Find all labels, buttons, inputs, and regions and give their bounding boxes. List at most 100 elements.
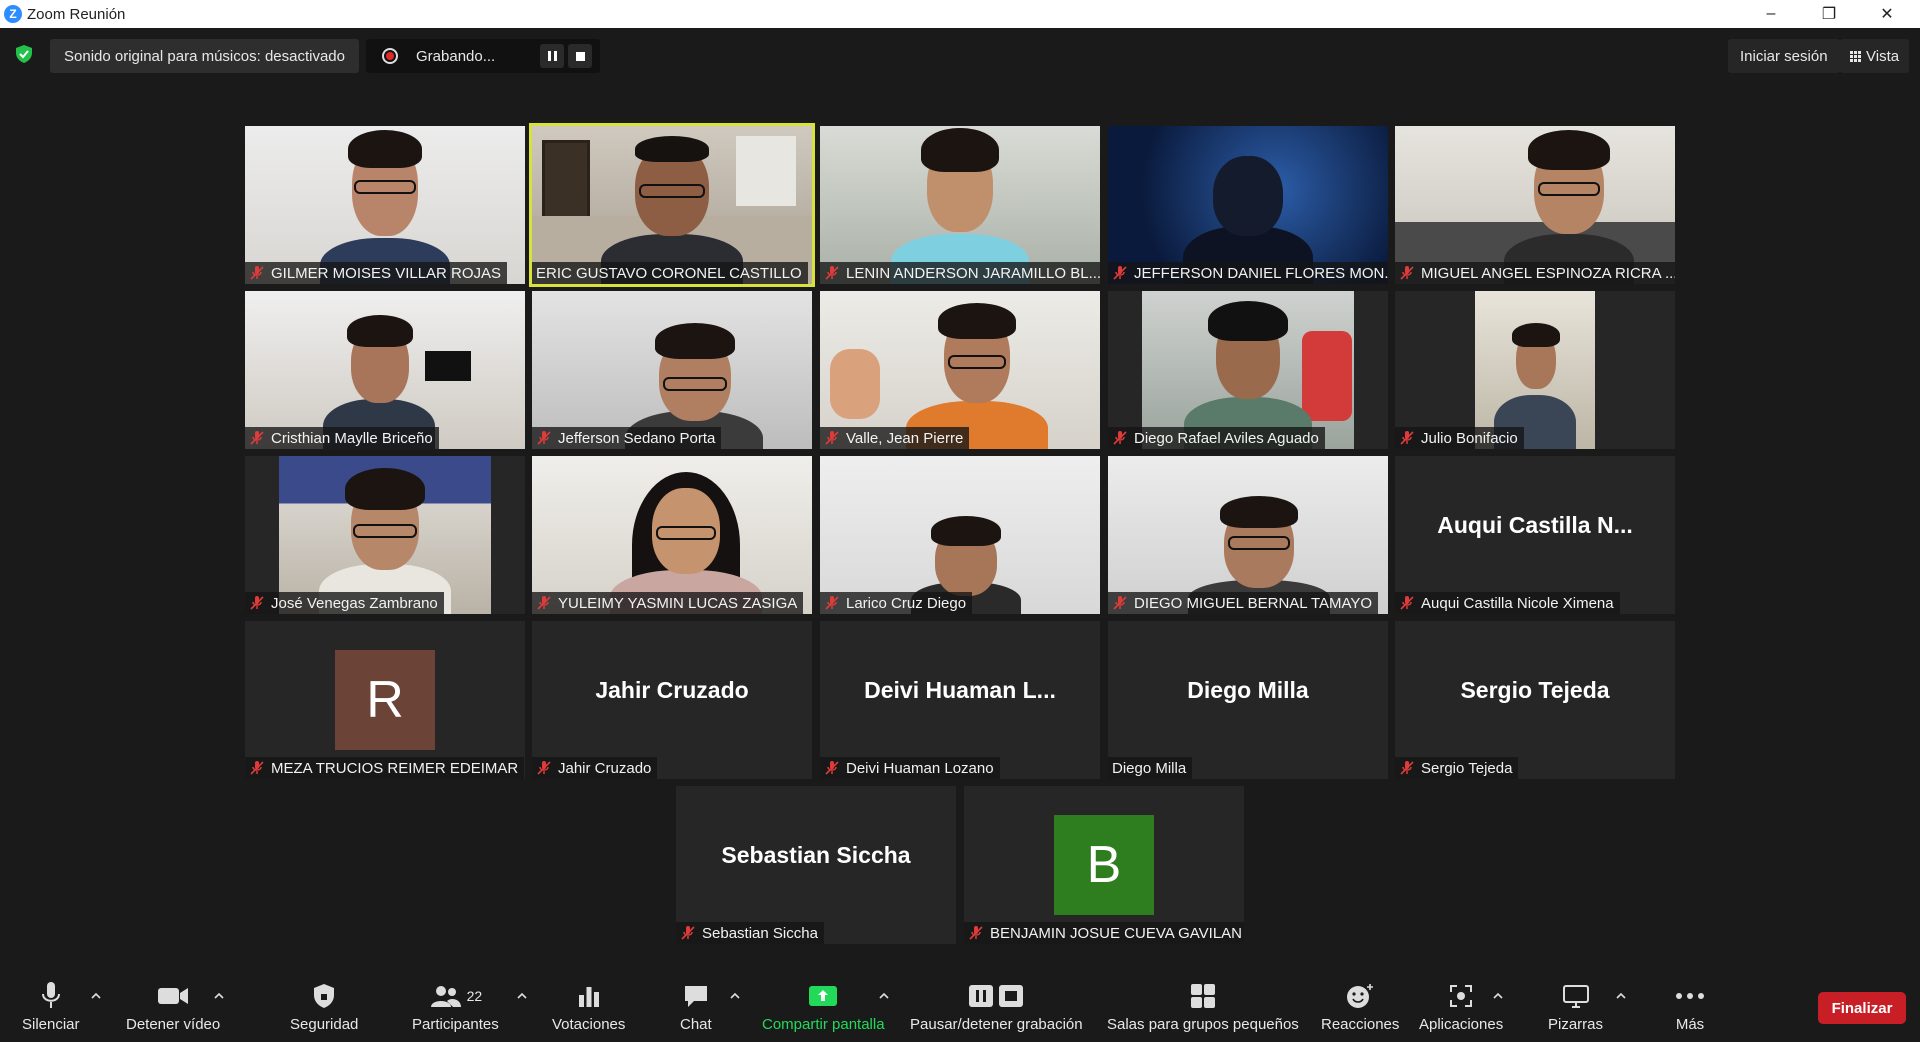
participant-tile[interactable]: Jahir Cruzado Jahir Cruzado (532, 621, 812, 779)
mic-muted-icon (681, 926, 695, 940)
participant-name: JEFFERSON DANIEL FLORES MON... (1134, 264, 1388, 282)
participant-name-tag: Jefferson Sedano Porta (532, 427, 722, 449)
mute-label: Silenciar (22, 1016, 80, 1033)
participant-tile[interactable]: MIGUEL ANGEL ESPINOZA RICRA ... (1395, 126, 1675, 284)
participant-display-name: Sebastian Siccha (721, 842, 911, 868)
participant-name-tag: GILMER MOISES VILLAR ROJAS (245, 262, 508, 284)
participant-name-tag: Jahir Cruzado (532, 757, 658, 779)
stop-recording-button[interactable] (568, 44, 592, 68)
breakout-rooms-button[interactable]: Salas para grupos pequeños (1107, 980, 1299, 1038)
participants-button[interactable]: 22 Participantes (412, 980, 499, 1038)
participant-tile[interactable]: Sebastian Siccha Sebastian Siccha (676, 786, 956, 944)
participant-tile[interactable]: B BENJAMIN JOSUE CUEVA GAVILAN (964, 786, 1244, 944)
original-sound-label: Sonido original para músicos: desactivad… (64, 47, 345, 65)
participant-tile[interactable]: Larico Cruz Diego (820, 456, 1100, 614)
participant-name: LENIN ANDERSON JARAMILLO BL... (846, 264, 1100, 282)
participant-video (532, 291, 812, 449)
participant-name-tag: Sebastian Siccha (676, 922, 824, 944)
participant-display-name: Sergio Tejeda (1460, 677, 1610, 703)
participant-name: DIEGO MIGUEL BERNAL TAMAYO (1134, 594, 1373, 612)
end-meeting-button[interactable]: Finalizar (1818, 992, 1906, 1024)
chat-label: Chat (680, 1016, 712, 1033)
participant-name-tag: José Venegas Zambrano (245, 592, 444, 614)
participant-name-tag: Auqui Castilla Nicole Ximena (1395, 592, 1620, 614)
participant-name: José Venegas Zambrano (271, 594, 438, 612)
stop-video-button[interactable]: Detener vídeo (126, 980, 220, 1038)
participant-tile[interactable]: Deivi Huaman L... Deivi Huaman Lozano (820, 621, 1100, 779)
mic-muted-icon (1400, 431, 1414, 445)
chevron-up-icon[interactable] (1615, 990, 1627, 1002)
participant-name-tag: Julio Bonifacio (1395, 427, 1524, 449)
chevron-up-icon[interactable] (878, 990, 890, 1002)
participant-avatar: R (335, 650, 435, 750)
participant-tile[interactable]: Valle, Jean Pierre (820, 291, 1100, 449)
pause-icon (547, 51, 557, 61)
polls-button[interactable]: Votaciones (552, 980, 625, 1038)
bar-chart-icon (578, 987, 599, 1007)
participant-tile[interactable]: Julio Bonifacio (1395, 291, 1675, 449)
participant-tile[interactable]: Cristhian Maylle Briceño (245, 291, 525, 449)
shield-icon (314, 984, 335, 1008)
pause-stop-recording-button[interactable]: Pausar/detener grabación (910, 980, 1083, 1038)
participant-tile[interactable]: Auqui Castilla N... Auqui Castilla Nicol… (1395, 456, 1675, 614)
reactions-button[interactable]: Reacciones (1321, 980, 1399, 1038)
participant-name: Diego Rafael Aviles Aguado (1134, 429, 1319, 447)
participant-name: GILMER MOISES VILLAR ROJAS (271, 264, 502, 282)
recording-dot-icon (382, 48, 398, 64)
participant-tile-active-speaker[interactable]: ERIC GUSTAVO CORONEL CASTILLO (529, 123, 815, 287)
participant-display-name: Auqui Castilla N... (1437, 512, 1633, 538)
minimize-icon[interactable]: – (1742, 0, 1800, 28)
more-button[interactable]: Más (1675, 980, 1705, 1038)
participant-name: YULEIMY YASMIN LUCAS ZASIGA (558, 594, 798, 612)
breakout-rooms-icon (1190, 984, 1215, 1008)
chat-button[interactable]: Chat (680, 980, 712, 1038)
participant-tile[interactable]: JEFFERSON DANIEL FLORES MON... (1108, 126, 1388, 284)
chevron-up-icon[interactable] (213, 990, 225, 1002)
chevron-up-icon[interactable] (1492, 990, 1504, 1002)
participant-video (1395, 291, 1675, 449)
participant-name-tag: MIGUEL ANGEL ESPINOZA RICRA ... (1395, 262, 1675, 284)
chevron-up-icon[interactable] (729, 990, 741, 1002)
participant-tile[interactable]: DIEGO MIGUEL BERNAL TAMAYO (1108, 456, 1388, 614)
participant-tile[interactable]: Diego Milla Diego Milla (1108, 621, 1388, 779)
participant-tile[interactable]: LENIN ANDERSON JARAMILLO BL... (820, 126, 1100, 284)
encryption-shield-icon[interactable] (14, 44, 34, 64)
close-icon[interactable]: ✕ (1858, 0, 1916, 28)
participant-tile[interactable]: GILMER MOISES VILLAR ROJAS (245, 126, 525, 284)
participant-tile[interactable]: José Venegas Zambrano (245, 456, 525, 614)
original-sound-toggle[interactable]: Sonido original para músicos: desactivad… (50, 39, 359, 73)
participant-video (245, 126, 525, 284)
view-label: Vista (1866, 47, 1900, 65)
participant-video (1108, 126, 1388, 284)
recording-indicator: Grabando... (366, 39, 600, 73)
participant-tile[interactable]: YULEIMY YASMIN LUCAS ZASIGA (532, 456, 812, 614)
apps-button[interactable]: Aplicaciones (1419, 980, 1503, 1038)
share-screen-button[interactable]: Compartir pantalla (762, 980, 885, 1038)
restore-icon[interactable]: ❐ (1800, 0, 1858, 28)
mic-muted-icon (250, 431, 264, 445)
participant-name-tag: Diego Milla (1108, 757, 1193, 779)
more-dots-icon (1676, 993, 1704, 999)
mute-button[interactable]: Silenciar (22, 980, 80, 1038)
apps-label: Aplicaciones (1419, 1016, 1504, 1033)
participant-video (820, 126, 1100, 284)
reactions-label: Reacciones (1321, 1016, 1400, 1033)
participant-tile[interactable]: Sergio Tejeda Sergio Tejeda (1395, 621, 1675, 779)
participant-tile[interactable]: Diego Rafael Aviles Aguado (1108, 291, 1388, 449)
whiteboards-button[interactable]: Pizarras (1548, 980, 1603, 1038)
chevron-up-icon[interactable] (90, 990, 102, 1002)
mic-muted-icon (537, 596, 551, 610)
signin-button[interactable]: Iniciar sesión (1728, 39, 1840, 73)
participant-tile[interactable]: R MEZA TRUCIOS REIMER EDEIMAR (245, 621, 525, 779)
pause-recording-button[interactable] (540, 44, 564, 68)
security-button[interactable]: Seguridad (290, 980, 358, 1038)
participant-tile[interactable]: Jefferson Sedano Porta (532, 291, 812, 449)
participant-video (532, 126, 812, 284)
mic-muted-icon (825, 761, 839, 775)
participant-name-tag: DIEGO MIGUEL BERNAL TAMAYO (1108, 592, 1379, 614)
chevron-up-icon[interactable] (516, 990, 528, 1002)
polls-label: Votaciones (552, 1016, 626, 1033)
view-button[interactable]: Vista (1840, 39, 1910, 73)
participants-label: Participantes (412, 1016, 499, 1033)
participant-name: MEZA TRUCIOS REIMER EDEIMAR (271, 759, 519, 777)
